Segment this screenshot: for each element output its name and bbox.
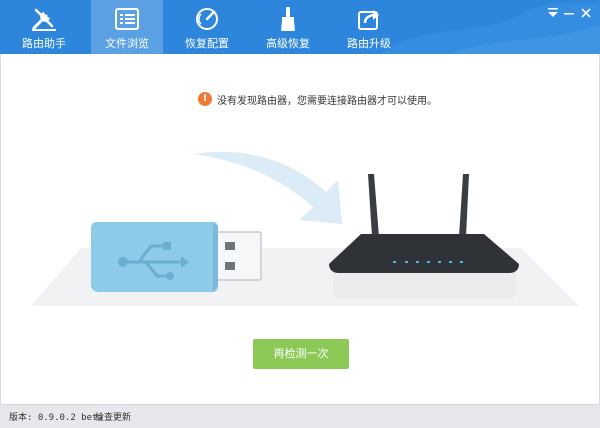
- minimize-icon[interactable]: [561, 6, 577, 20]
- retry-detect-button[interactable]: 再检测一次: [253, 339, 349, 369]
- upgrade-share-icon: [358, 10, 379, 30]
- tab-file-browser[interactable]: 文件浏览: [91, 0, 163, 54]
- tab-label: 路由助手: [22, 37, 66, 50]
- main-content: ! 没有发现路由器，您需要连接路由器才可以使用。 再检测一次: [0, 54, 600, 404]
- tab-label: 路由升级: [347, 37, 391, 50]
- tab-router-upgrade[interactable]: 路由升级: [333, 0, 405, 54]
- router-icon: [329, 174, 519, 299]
- tab-label: 恢复配置: [185, 37, 229, 50]
- check-update-link[interactable]: 检查更新: [95, 410, 131, 423]
- brush-icon: [281, 7, 295, 31]
- tab-label: 高级恢复: [266, 37, 310, 50]
- wrench-screwdriver-icon: [32, 8, 56, 31]
- close-icon[interactable]: [578, 6, 594, 20]
- arrow-icon: [194, 151, 342, 224]
- file-list-icon: [115, 8, 139, 30]
- dropdown-menu-icon[interactable]: [545, 6, 561, 20]
- tab-router-assistant[interactable]: 路由助手: [8, 0, 80, 54]
- top-navigation-bar: 路由助手 文件浏览 恢复配置 高级恢复 路由升级: [0, 0, 600, 54]
- version-label: 版本: 0.9.0.2 beta: [9, 413, 103, 423]
- tab-restore-config[interactable]: 恢复配置: [171, 0, 243, 54]
- status-bar: 版本: 0.9.0.2 beta 检查更新: [0, 404, 600, 428]
- restore-gauge-icon: [196, 8, 218, 30]
- tab-label: 文件浏览: [105, 37, 149, 50]
- tab-advanced-restore[interactable]: 高级恢复: [252, 0, 324, 54]
